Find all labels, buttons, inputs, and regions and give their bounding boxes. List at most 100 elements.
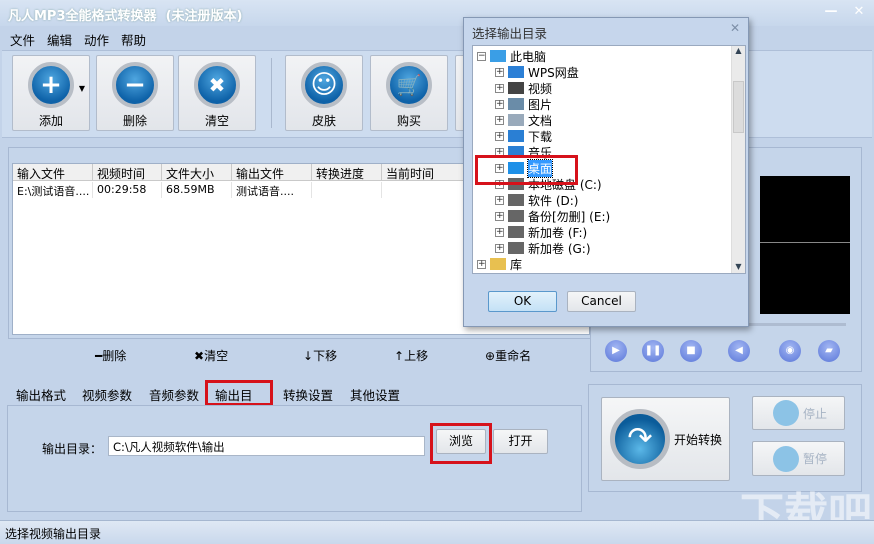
output-dir-input[interactable]: C:\凡人视频软件\输出: [108, 436, 425, 456]
start-convert-button[interactable]: ↷ 开始转换: [601, 397, 730, 481]
col-video-time[interactable]: 视频时间: [93, 164, 162, 181]
skin-button[interactable]: ☺ 皮肤: [285, 55, 363, 131]
tree-item[interactable]: + 视频: [495, 80, 552, 96]
table-cell[interactable]: [312, 182, 382, 198]
tab-output-format[interactable]: 输出格式: [16, 385, 66, 404]
tab-video-params[interactable]: 视频参数: [82, 385, 132, 404]
dropdown-arrow-icon[interactable]: ▼: [79, 84, 85, 93]
collapse-icon[interactable]: −: [477, 51, 486, 61]
status-bar: 选择视频输出目录: [0, 520, 874, 544]
drive-icon: [508, 226, 524, 238]
tree-item[interactable]: − 此电脑: [477, 48, 546, 64]
tree-item[interactable]: + 下载: [495, 128, 552, 144]
delete-button[interactable]: − 删除: [96, 55, 174, 131]
folder-icon[interactable]: ▰: [818, 340, 840, 362]
tree-item-label: 软件 (D:): [528, 193, 579, 208]
tab-audio-params[interactable]: 音频参数: [149, 385, 199, 404]
table-cell[interactable]: 测试语音....: [232, 182, 312, 198]
buy-button[interactable]: 🛒 购买: [370, 55, 448, 131]
table-cell[interactable]: 00:29:58: [93, 182, 162, 198]
x-icon: ✖: [194, 349, 205, 363]
tree-item[interactable]: + 文档: [495, 112, 552, 128]
expand-icon[interactable]: +: [477, 259, 486, 269]
tree-item-label: 库: [510, 257, 523, 272]
add-button[interactable]: + 添加 ▼: [12, 55, 90, 131]
tree-item-label: 下载: [528, 129, 553, 144]
expand-icon[interactable]: +: [495, 243, 504, 253]
arrow-icon: ↷: [610, 409, 670, 469]
tree-item-label: 此电脑: [510, 49, 547, 64]
play-icon[interactable]: ▶: [605, 340, 627, 362]
move-down-button[interactable]: ↓下移: [303, 347, 337, 364]
col-progress[interactable]: 转换进度: [312, 164, 382, 181]
toolbar-separator: [271, 58, 272, 128]
start-label: 开始转换: [674, 432, 723, 447]
stop-icon[interactable]: ■: [680, 340, 702, 362]
rename-button[interactable]: ⊕重命名: [485, 347, 531, 364]
col-output-file[interactable]: 输出文件: [232, 164, 312, 181]
expand-icon[interactable]: +: [495, 131, 504, 141]
col-input-file[interactable]: 输入文件: [13, 164, 93, 181]
table-cell[interactable]: 68.59MB: [162, 182, 232, 198]
menu-edit[interactable]: 编辑: [47, 30, 72, 49]
tree-item[interactable]: + WPS网盘: [495, 64, 579, 80]
list-delete-button[interactable]: ━删除: [95, 347, 126, 364]
menu-file[interactable]: 文件: [10, 30, 35, 49]
tab-convert-settings[interactable]: 转换设置: [283, 385, 333, 404]
tab-content-panel: [7, 405, 582, 512]
open-button[interactable]: 打开: [493, 429, 548, 454]
list-clear-button[interactable]: ✖清空: [194, 347, 228, 364]
buy-label: 购买: [396, 114, 421, 128]
delete-label: 删除: [122, 114, 147, 128]
camera-icon[interactable]: ◉: [779, 340, 801, 362]
close-button[interactable]: ✕: [850, 4, 868, 20]
dialog-close-icon[interactable]: ✕: [730, 21, 740, 35]
expand-icon[interactable]: +: [495, 83, 504, 93]
clear-label: 清空: [204, 114, 229, 128]
tree-item[interactable]: + 软件 (D:): [495, 192, 578, 208]
minimize-button[interactable]: —: [822, 4, 840, 20]
pause-icon[interactable]: ❚❚: [642, 340, 664, 362]
cancel-button[interactable]: Cancel: [567, 291, 636, 312]
expand-icon[interactable]: +: [495, 227, 504, 237]
col-file-size[interactable]: 文件大小: [162, 164, 232, 181]
label: 清空: [204, 349, 229, 363]
label: 删除: [102, 349, 127, 363]
tree-item[interactable]: + 库: [477, 256, 522, 272]
arrow-up-icon: ↑: [394, 349, 405, 363]
menu-action[interactable]: 动作: [84, 30, 109, 49]
tree-item[interactable]: + 图片: [495, 96, 552, 112]
tree-item[interactable]: + 新加卷 (F:): [495, 224, 587, 240]
expand-icon[interactable]: +: [495, 211, 504, 221]
expand-icon[interactable]: +: [495, 115, 504, 125]
menu-help[interactable]: 帮助: [121, 30, 146, 49]
expand-icon[interactable]: +: [495, 67, 504, 77]
desktop-highlight: [475, 155, 578, 185]
smiley-icon: ☺: [301, 62, 347, 108]
label: 上移: [404, 349, 429, 363]
tab-output-dir[interactable]: 输出目录: [205, 380, 273, 422]
tree-item[interactable]: + 新加卷 (G:): [495, 240, 591, 256]
tree-item[interactable]: + 备份[勿删] (E:): [495, 208, 610, 224]
tab-other-settings[interactable]: 其他设置: [350, 385, 400, 404]
expand-icon[interactable]: +: [495, 99, 504, 109]
label: 重命名: [495, 349, 532, 363]
tree-item-label: 新加卷 (F:): [528, 225, 588, 240]
browse-button[interactable]: 浏览: [436, 429, 486, 454]
table-cell[interactable]: E:\测试语音....: [13, 182, 93, 198]
picture-icon: [508, 98, 524, 110]
expand-icon[interactable]: +: [495, 195, 504, 205]
ok-button[interactable]: OK: [488, 291, 557, 312]
stop-button[interactable]: 停止: [752, 396, 845, 430]
tree-scrollbar[interactable]: ▲ ▼: [731, 46, 745, 273]
volume-icon[interactable]: ◀: [728, 340, 750, 362]
skin-label: 皮肤: [311, 114, 336, 128]
cloud-icon: [508, 66, 524, 78]
pause-button[interactable]: 暂停: [752, 441, 845, 476]
pause-label: 暂停: [803, 452, 828, 466]
library-icon: [490, 258, 506, 270]
minus-icon: −: [112, 62, 158, 108]
move-up-button[interactable]: ↑上移: [394, 347, 428, 364]
clear-button[interactable]: ✖ 清空: [178, 55, 256, 131]
add-label: 添加: [38, 114, 63, 128]
